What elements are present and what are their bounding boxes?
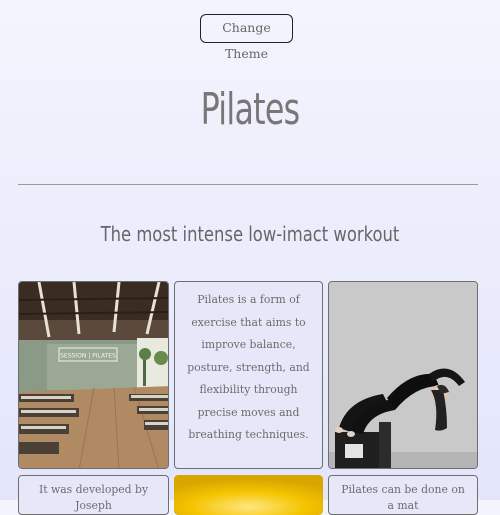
studio-photo-icon: SESSION | PILATES — [19, 282, 168, 468]
mat-text-card: Pilates can be done on a mat — [328, 475, 478, 515]
intro-text-card: Pilates is a form of exercise that aims … — [174, 281, 323, 469]
studio-sign-text: SESSION | PILATES — [60, 353, 116, 360]
yellow-image-card — [174, 475, 323, 515]
title-divider — [18, 184, 478, 185]
page-title: Pilates — [200, 84, 301, 135]
intro-text: Pilates is a form of exercise that aims … — [187, 293, 310, 441]
history-text: It was developed by Joseph — [38, 483, 149, 512]
page-subtitle: The most intense low-imact workout — [100, 222, 400, 246]
change-theme-button[interactable]: Change Theme — [200, 14, 293, 61]
history-text-card: It was developed by Joseph — [18, 475, 169, 515]
studio-photo-card: SESSION | PILATES — [18, 281, 169, 469]
yellow-gradient-image-icon — [174, 475, 323, 515]
stretch-photo-card — [328, 281, 478, 469]
mat-text: Pilates can be done on a mat — [341, 483, 465, 512]
woman-stretching-photo-icon — [329, 282, 477, 468]
